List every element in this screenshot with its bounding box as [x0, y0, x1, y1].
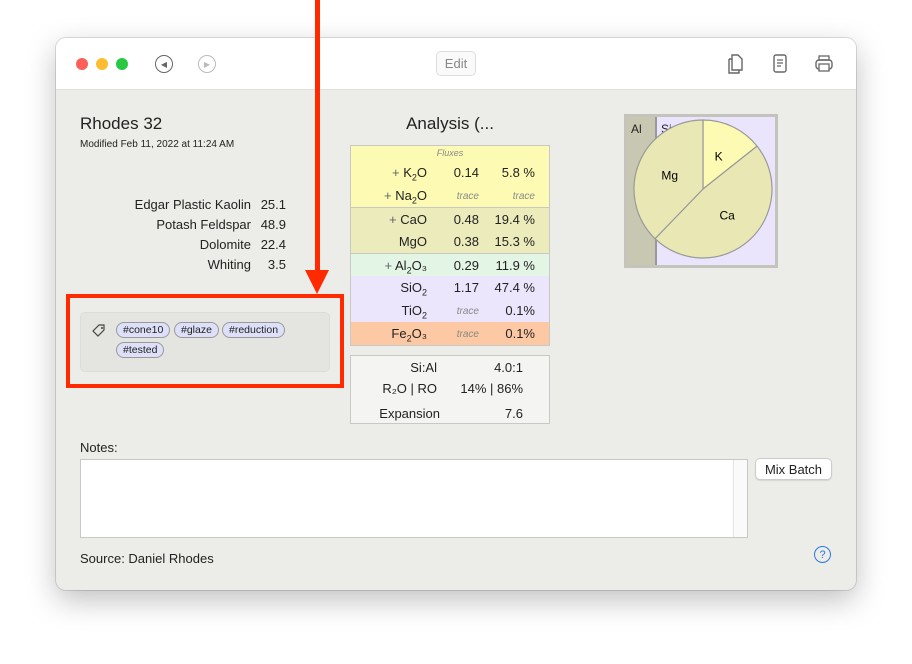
oxide-name: + Na2O	[384, 188, 427, 206]
oxide-row: Fe2O₃ trace 0.1%	[351, 322, 549, 345]
oxide-percent: 0.1%	[505, 326, 535, 341]
ingredient-amount: 25.1	[260, 197, 286, 212]
ingredient-name: Potash Feldspar	[156, 217, 251, 232]
oxide-name: + K2O	[391, 165, 427, 183]
oxide-row: MgO 0.38 15.3 %	[351, 230, 549, 253]
ingredient-name: Whiting	[207, 257, 251, 272]
pie-label: K	[715, 150, 723, 164]
oxide-unity: 0.48	[453, 212, 479, 227]
zoom-button[interactable]	[116, 58, 128, 70]
recipe-title: Rhodes 32	[80, 114, 163, 133]
oxide-row: + CaO 0.48 19.4 %	[351, 207, 549, 230]
oxide-unity: trace	[456, 306, 479, 317]
r2o-ro-label: R₂O | RO	[382, 381, 437, 396]
oxide-row: + K2O 0.14 5.8 %	[351, 161, 549, 184]
oxide-percent: 5.8 %	[501, 165, 535, 180]
oxide-unity: 1.17	[453, 280, 479, 295]
notes-label: Notes:	[80, 440, 118, 455]
ingredient-name: Edgar Plastic Kaolin	[134, 197, 251, 212]
oxide-percent: 19.4 %	[494, 212, 535, 227]
analysis-title: Analysis (...	[406, 114, 494, 133]
minimize-button[interactable]	[96, 58, 108, 70]
notes-textarea[interactable]	[80, 459, 748, 538]
ingredient-amount: 3.5	[267, 257, 286, 272]
oxide-name: SiO2	[400, 280, 427, 298]
oxide-row: SiO2 1.17 47.4 %	[351, 276, 549, 299]
oxide-unity: 0.38	[453, 234, 479, 249]
oxide-percent: 47.4 %	[494, 280, 535, 295]
oxide-name: + Al2O₃	[384, 258, 427, 276]
si-al-label: Si:Al	[410, 360, 437, 375]
annotation-arrowhead	[305, 270, 329, 294]
oxide-percent: 15.3 %	[494, 234, 535, 249]
stats-panel: Si:Al 4.0:1 R₂O | RO 14% | 86% Expansion…	[350, 355, 550, 424]
oxide-unity: 0.29	[453, 258, 479, 273]
pie-label: Mg	[661, 169, 678, 183]
back-icon[interactable]: ◀	[155, 55, 173, 73]
modified-date: Modified Feb 11, 2022 at 11:24 AM	[80, 139, 235, 150]
oxide-unity: 0.14	[453, 165, 479, 180]
expansion-value: 7.6	[504, 406, 523, 421]
annotation-arrow	[315, 0, 320, 272]
help-button[interactable]: ?	[814, 546, 831, 563]
oxide-analysis-table: Fluxes + K2O 0.14 5.8 % + Na2O trace trac…	[350, 145, 550, 346]
oxide-name: MgO	[398, 234, 427, 249]
oxide-name: Fe2O₃	[391, 326, 427, 344]
expansion-label: Expansion	[379, 406, 440, 421]
ingredient-amount: 48.9	[260, 217, 286, 232]
oxide-unity: trace	[456, 329, 479, 340]
unity-pie-chart: Al Si K Ca Mg	[624, 114, 778, 268]
pie-label: Ca	[719, 209, 735, 223]
r2o-ro-value: 14% | 86%	[460, 381, 523, 396]
mix-batch-button[interactable]: Mix Batch	[755, 458, 832, 480]
pie-svg: K Ca Mg	[633, 119, 773, 259]
duplicate-icon[interactable]	[726, 53, 746, 75]
source-text: Source: Daniel Rhodes	[80, 551, 214, 566]
document-icon[interactable]	[770, 53, 790, 75]
oxide-row: + Al2O₃ 0.29 11.9 %	[351, 253, 549, 276]
oxide-row: TiO2 trace 0.1%	[351, 299, 549, 322]
notes-scrollbar[interactable]	[733, 460, 747, 537]
oxide-name: TiO2	[401, 303, 427, 321]
oxide-row: + Na2O trace trace	[351, 184, 549, 207]
edit-button[interactable]: Edit	[436, 51, 476, 76]
ingredient-name: Dolomite	[199, 237, 251, 252]
oxide-percent: trace	[512, 191, 535, 202]
oxide-name: + CaO	[389, 212, 427, 227]
si-al-value: 4.0:1	[494, 360, 523, 375]
annotation-highlight-box	[66, 294, 344, 388]
print-icon[interactable]	[814, 53, 834, 75]
oxide-percent: 11.9 %	[495, 258, 535, 273]
title-bar: ◀ ▶ Edit	[56, 38, 856, 90]
close-button[interactable]	[76, 58, 88, 70]
ingredient-amount: 22.4	[260, 237, 286, 252]
fluxes-header: Fluxes	[351, 146, 549, 161]
oxide-percent: 0.1%	[505, 303, 535, 318]
oxide-unity: trace	[456, 191, 479, 202]
forward-icon[interactable]: ▶	[198, 55, 216, 73]
